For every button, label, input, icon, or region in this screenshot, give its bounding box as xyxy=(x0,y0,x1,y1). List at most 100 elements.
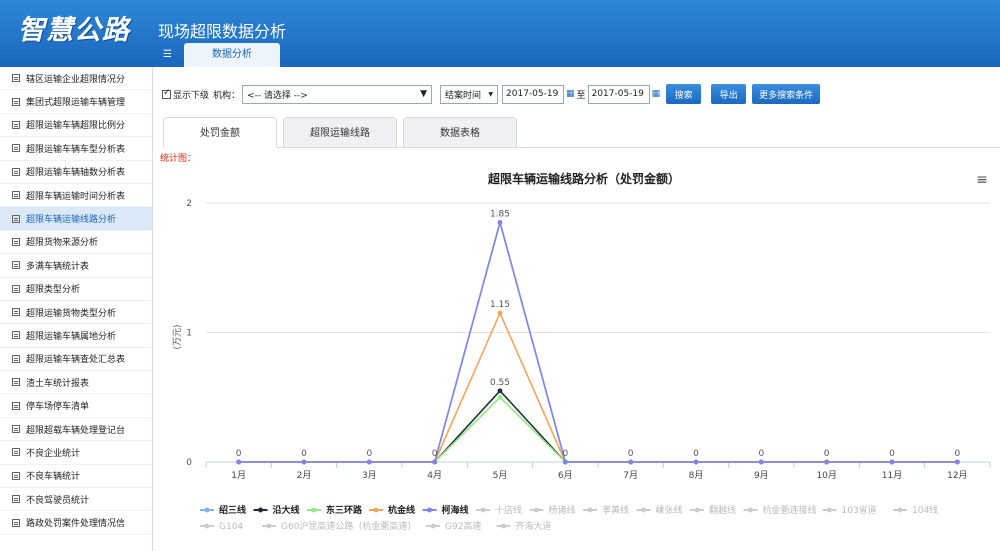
legend-marker xyxy=(266,523,272,529)
list-icon[interactable]: ☰ xyxy=(163,49,172,60)
legend-marker xyxy=(258,507,263,513)
data-label: 0 xyxy=(301,449,307,459)
series-line xyxy=(238,389,958,463)
legend-item[interactable]: G92高速 xyxy=(426,520,481,532)
sidebar-item-label: 不良企业统计 xyxy=(26,448,81,459)
legend-item[interactable]: G60沪昆高速公路（杭金衢高速） xyxy=(262,520,416,532)
legend-label: 十店线 xyxy=(495,504,522,516)
legend-label: 103省道 xyxy=(842,504,877,516)
legend-marker xyxy=(641,507,646,513)
legend-label: 东三环路 xyxy=(326,504,363,516)
sidebar-item[interactable]: 超限运输车辆查处汇总表 xyxy=(0,348,152,372)
sidebar-item[interactable]: 路政处罚案件处理情况信 xyxy=(0,511,152,535)
sidebar-item[interactable]: 超限运输货物类型分析 xyxy=(0,301,152,325)
legend-item[interactable]: 柯海线 xyxy=(422,504,469,516)
sidebar-item[interactable]: 超限运输车辆属地分析 xyxy=(0,324,152,348)
data-label: 0 xyxy=(432,449,438,459)
legend-item[interactable]: 齐海大道 xyxy=(496,520,552,532)
legend-item[interactable]: 103省道 xyxy=(822,504,877,516)
data-point xyxy=(954,459,960,465)
legend-marker xyxy=(311,507,317,513)
data-label: 0 xyxy=(758,449,764,459)
sidebar-item[interactable]: 停车场停车清单 xyxy=(0,394,152,418)
x-tick-label: 3月 xyxy=(362,470,377,481)
legend-marker xyxy=(501,523,506,529)
sidebar-item[interactable]: 超限运输车辆超限比例分 xyxy=(0,114,152,138)
legend-label: 沿大线 xyxy=(273,504,300,516)
legend-item[interactable]: 十店线 xyxy=(476,504,522,516)
sidebar-item[interactable]: 多满车辆统计表 xyxy=(0,254,152,278)
sidebar-item-label: 超限车辆运输时间分析表 xyxy=(26,191,126,202)
legend-item[interactable]: 杭金线 xyxy=(369,504,415,516)
sidebar-item-label: 集团式超限运输车辆管理 xyxy=(26,98,126,109)
legend-marker xyxy=(204,507,210,513)
legend-label: G104 xyxy=(219,522,243,532)
sidebar-item[interactable]: 辖区运输企业超限情况分 xyxy=(0,67,152,91)
legend-item[interactable]: 杭金衢连接线 xyxy=(743,504,817,516)
document-icon xyxy=(12,97,20,106)
sidebar-item[interactable]: 不良车辆统计 xyxy=(0,465,152,489)
document-icon xyxy=(12,284,20,293)
sidebar-item[interactable]: 不良驾驶员统计 xyxy=(0,488,152,512)
data-label: 0 xyxy=(562,449,568,459)
data-label: 1.15 xyxy=(490,300,510,310)
main-content: 显示下级 机构： <-- 请选择 --> ▼ 结案时间 ▼ 2017-05-19… xyxy=(154,67,1000,551)
sidebar-item[interactable]: 集团式超限运输车辆管理 xyxy=(0,90,152,114)
legend-label: 杨诸线 xyxy=(549,504,576,516)
data-label: 0 xyxy=(889,449,895,459)
legend-marker xyxy=(373,507,379,513)
document-icon xyxy=(12,331,20,340)
legend-item[interactable]: 翻越线 xyxy=(690,504,736,516)
x-tick-label: 6月 xyxy=(558,470,573,481)
legend-marker xyxy=(587,507,593,513)
document-icon xyxy=(12,261,20,270)
data-label: 0 xyxy=(366,449,372,459)
legend-label: 104线 xyxy=(912,504,938,516)
legend-item[interactable]: 104线 xyxy=(893,504,938,516)
data-label: 0 xyxy=(628,449,634,459)
document-icon xyxy=(12,308,20,317)
data-point xyxy=(301,459,307,465)
legend-item[interactable]: 孝黄线 xyxy=(583,504,629,516)
document-icon xyxy=(12,425,20,434)
legend-item[interactable]: 绍三线 xyxy=(200,504,246,516)
sidebar-item[interactable]: 不良企业统计 xyxy=(0,441,152,465)
sidebar-item[interactable]: 超限货物来源分析 xyxy=(0,231,152,255)
document-icon xyxy=(12,74,20,83)
legend-marker xyxy=(694,507,700,513)
x-tick-label: 11月 xyxy=(882,470,902,481)
sidebar-item-label: 超限超载车辆处理登记台 xyxy=(26,425,126,436)
data-point xyxy=(824,459,830,465)
legend-item[interactable]: 沿大线 xyxy=(253,504,300,516)
sidebar-item[interactable]: 超限超载车辆处理登记台 xyxy=(0,418,152,442)
legend-marker xyxy=(204,523,210,529)
sidebar-item[interactable]: 超限车辆运输线路分析 xyxy=(0,207,152,231)
legend-item[interactable]: 嵊张线 xyxy=(636,504,683,516)
legend-item[interactable]: 东三环路 xyxy=(307,504,363,516)
document-icon xyxy=(12,354,20,363)
data-point xyxy=(497,310,503,316)
legend-item[interactable]: 杨诸线 xyxy=(529,504,576,516)
hamburger-icon[interactable]: ≡ xyxy=(976,172,988,188)
y-tick-label: 1 xyxy=(186,329,192,339)
sidebar-item-label: 超限类型分析 xyxy=(26,285,81,296)
y-tick-label: 0 xyxy=(186,458,192,468)
sidebar-item[interactable]: 超限运输车辆轴数分析表 xyxy=(0,161,152,184)
document-icon xyxy=(12,471,20,480)
sidebar-item-label: 路政处罚案件处理情况信 xyxy=(26,519,126,530)
sidebar-item[interactable]: 超限车辆运输时间分析表 xyxy=(0,184,152,208)
sidebar-item[interactable]: 渣土车统计报表 xyxy=(0,371,152,395)
sidebar-item-label: 超限货物来源分析 xyxy=(26,238,99,249)
data-point xyxy=(366,459,372,465)
y-axis-label: (万元) xyxy=(173,324,183,349)
data-point xyxy=(562,459,568,465)
sidebar-item[interactable]: 超限运输车辆车型分析表 xyxy=(0,137,152,161)
legend-label: G92高速 xyxy=(445,520,481,532)
sidebar-item-label: 不良车辆统计 xyxy=(26,472,81,483)
sidebar-item[interactable]: 超限类型分析 xyxy=(0,278,152,301)
nav-tab-data-analysis[interactable]: 数据分析 xyxy=(184,43,280,67)
sidebar: 辖区运输企业超限情况分集团式超限运输车辆管理超限运输车辆超限比例分 超限运输车辆车… xyxy=(0,67,153,551)
x-tick-label: 10月 xyxy=(816,470,836,481)
legend-item[interactable]: G104 xyxy=(200,522,243,532)
document-icon xyxy=(12,495,20,504)
